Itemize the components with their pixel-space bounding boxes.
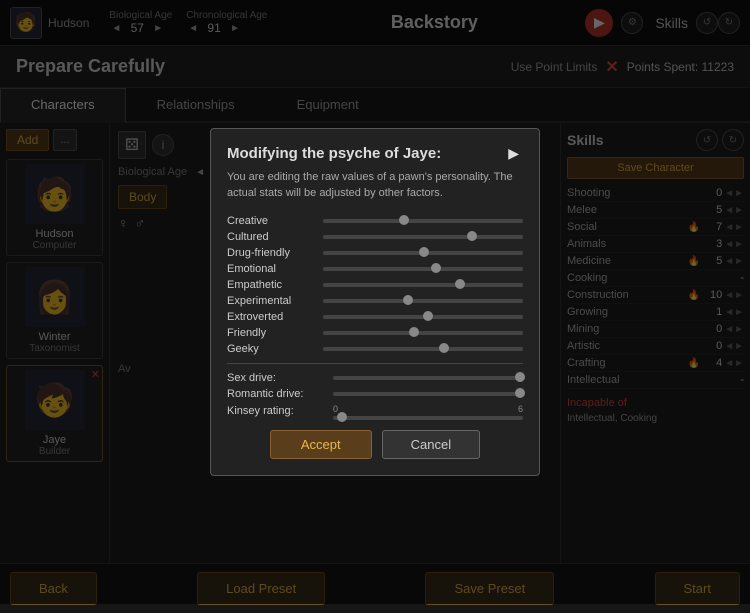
kinsey-slider[interactable] <box>333 416 523 420</box>
trait-cultured: Cultured <box>227 231 523 243</box>
emotional-slider[interactable] <box>323 267 523 271</box>
kinsey-max: 6 <box>518 404 523 414</box>
modal-overlay: Modifying the psyche of Jaye: ▶ You are … <box>0 0 750 604</box>
kinsey-numbers: 0 6 <box>333 404 523 414</box>
modal-description: You are editing the raw values of a pawn… <box>227 170 523 201</box>
romantic-drive-thumb <box>515 388 525 398</box>
modal-arrow-icon: ▶ <box>508 145 519 162</box>
sex-drive-label: Sex drive: <box>227 372 327 384</box>
geeky-thumb <box>439 343 449 353</box>
modal-actions: Accept Cancel <box>227 430 523 459</box>
experimental-thumb <box>403 295 413 305</box>
friendly-thumb <box>409 327 419 337</box>
extroverted-thumb <box>423 311 433 321</box>
cancel-button[interactable]: Cancel <box>382 430 480 459</box>
trait-extroverted: Extroverted <box>227 311 523 323</box>
friendly-slider[interactable] <box>323 331 523 335</box>
empathetic-slider[interactable] <box>323 283 523 287</box>
modal-divider <box>227 363 523 364</box>
sex-drive-thumb <box>515 372 525 382</box>
kinsey-label: Kinsey rating: <box>227 405 327 417</box>
kinsey-rating-row: Kinsey rating: 0 6 <box>227 404 523 418</box>
trait-empathetic: Empathetic <box>227 279 523 291</box>
sex-drive-slider[interactable] <box>333 376 523 380</box>
traits-list: Creative Cultured Drug-friendly Emotiona… <box>227 215 523 355</box>
experimental-slider[interactable] <box>323 299 523 303</box>
sex-drive-row: Sex drive: <box>227 372 523 384</box>
romantic-drive-row: Romantic drive: <box>227 388 523 400</box>
trait-emotional: Emotional <box>227 263 523 275</box>
trait-geeky: Geeky <box>227 343 523 355</box>
geeky-slider[interactable] <box>323 347 523 351</box>
accept-button[interactable]: Accept <box>270 430 372 459</box>
romantic-drive-label: Romantic drive: <box>227 388 327 400</box>
psyche-modal: Modifying the psyche of Jaye: ▶ You are … <box>210 128 540 476</box>
creative-thumb <box>399 215 409 225</box>
trait-creative: Creative <box>227 215 523 227</box>
kinsey-track: 0 6 <box>333 404 523 418</box>
trait-experimental: Experimental <box>227 295 523 307</box>
romantic-drive-slider[interactable] <box>333 392 523 396</box>
drug-friendly-slider[interactable] <box>323 251 523 255</box>
kinsey-thumb <box>337 412 347 422</box>
emotional-thumb <box>431 263 441 273</box>
cultured-thumb <box>467 231 477 241</box>
trait-drug-friendly: Drug-friendly <box>227 247 523 259</box>
drug-friendly-thumb <box>419 247 429 257</box>
creative-slider[interactable] <box>323 219 523 223</box>
trait-friendly: Friendly <box>227 327 523 339</box>
kinsey-min: 0 <box>333 404 338 414</box>
modal-title: Modifying the psyche of Jaye: <box>227 145 523 162</box>
cultured-slider[interactable] <box>323 235 523 239</box>
extroverted-slider[interactable] <box>323 315 523 319</box>
empathetic-thumb <box>455 279 465 289</box>
